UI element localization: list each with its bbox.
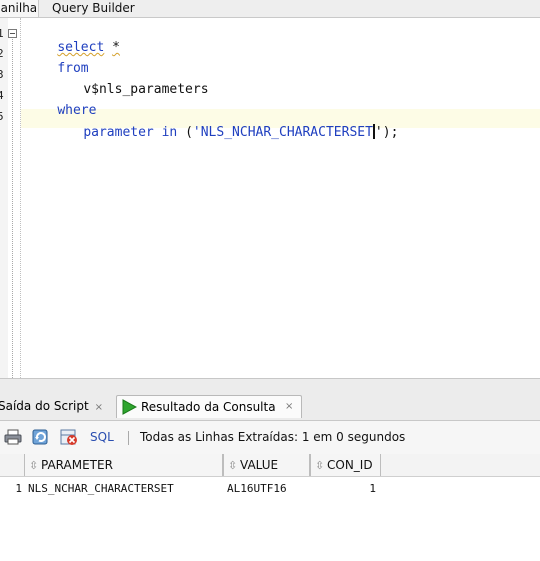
refresh-icon[interactable] (32, 428, 50, 446)
sql-link[interactable]: SQL (90, 430, 114, 444)
delete-icon[interactable] (60, 428, 78, 446)
toolbar-separator (128, 431, 129, 445)
result-toolbar: SQL Todas as Linhas Extraídas: 1 em 0 se… (0, 420, 540, 454)
keyword: parameter (83, 125, 154, 140)
grid-header: ⇳ PARAMETER ⇳ VALUE ⇳ CON_ID (0, 454, 540, 477)
tab-worksheet[interactable]: Planilha (0, 0, 39, 17)
line-number: 1 (0, 27, 4, 40)
result-tab-bar: Saída do Script × Resultado da Consulta × (0, 389, 540, 420)
tab-script-output[interactable]: Saída do Script × (0, 395, 110, 417)
code-token: * (112, 40, 120, 55)
tab-query-result[interactable]: Resultado da Consulta × (116, 395, 302, 418)
tab-label: Saída do Script (0, 399, 89, 413)
print-icon[interactable] (4, 428, 22, 446)
column-header-value[interactable]: ⇳ VALUE (223, 454, 310, 476)
sort-icon[interactable]: ⇳ (29, 455, 38, 477)
tab-query-builder[interactable]: Query Builder (52, 0, 135, 17)
tab-label: Resultado da Consulta (141, 400, 276, 414)
fold-guide (12, 39, 13, 394)
code-token: '); (374, 125, 399, 140)
status-text: Todas as Linhas Extraídas: 1 em 0 segund… (140, 430, 406, 444)
collapse-icon[interactable] (8, 29, 17, 38)
column-label: VALUE (240, 458, 279, 472)
line-number: 2 (0, 47, 4, 60)
sql-editor[interactable]: 1 2 3 4 5 select * from v$nls_parameters… (0, 18, 540, 394)
code-token: v$nls_parameters (83, 82, 209, 97)
result-grid: ⇳ PARAMETER ⇳ VALUE ⇳ CON_ID 1 NLS_NCHAR_CH… (0, 454, 540, 561)
close-icon[interactable]: × (285, 396, 293, 418)
code-token: ( (185, 125, 193, 140)
run-icon (122, 399, 137, 415)
sort-icon[interactable]: ⇳ (315, 455, 324, 477)
column-label: PARAMETER (41, 458, 113, 472)
sort-icon[interactable]: ⇳ (228, 455, 237, 477)
column-header-con-id[interactable]: ⇳ CON_ID (310, 454, 381, 476)
row-number: 1 (15, 482, 22, 495)
cell-parameter[interactable]: NLS_NCHAR_CHARACTERSET (28, 480, 174, 498)
close-icon[interactable]: × (95, 402, 103, 413)
editor-margin-line (20, 18, 21, 378)
column-label: CON_ID (327, 458, 373, 472)
code-line-5: parameter in ('NLS_NCHAR_CHARACTERSET '); (52, 109, 398, 155)
column-header-parameter[interactable]: ⇳ PARAMETER (24, 454, 223, 476)
cell-con-id[interactable]: 1 (312, 480, 376, 498)
line-number: 3 (0, 68, 4, 81)
string-literal: 'NLS_NCHAR_CHARACTERSET (192, 125, 373, 140)
line-number: 4 (0, 89, 4, 102)
keyword: in (161, 125, 178, 140)
cell-value[interactable]: AL16UTF16 (227, 480, 287, 498)
editor-tab-bar: Planilha Query Builder (0, 0, 540, 18)
line-number: 5 (0, 110, 4, 123)
